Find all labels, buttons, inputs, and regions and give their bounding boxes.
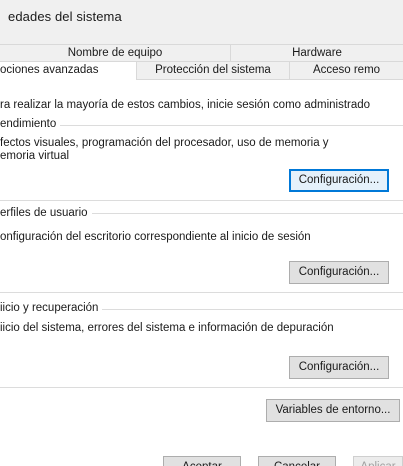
startup-group-label: iicio y recuperación: [0, 302, 103, 314]
cancel-button[interactable]: Cancelar: [258, 456, 336, 466]
performance-group-line: [0, 125, 403, 126]
performance-desc-line2: emoria virtual: [0, 150, 70, 162]
startup-settings-button[interactable]: Configuración...: [289, 356, 389, 379]
profiles-desc: onfiguración del escritorio correspondie…: [0, 231, 311, 243]
tab-remote-access[interactable]: Acceso remo: [290, 61, 403, 79]
tab-computer-name[interactable]: Nombre de equipo: [0, 44, 231, 61]
startup-group-bottom: [0, 387, 403, 388]
startup-desc: iicio del sistema, errores del sistema e…: [0, 322, 334, 334]
window-title: edades del sistema: [8, 9, 122, 24]
profiles-group-bottom: [0, 292, 403, 293]
tab-system-protection[interactable]: Protección del sistema: [137, 61, 290, 79]
advanced-panel: ra realizar la mayoría de estos cambios,…: [0, 79, 403, 466]
performance-group-label: endimiento: [0, 118, 61, 130]
profiles-settings-button[interactable]: Configuración...: [289, 261, 389, 284]
tab-row-front: ociones avanzadas Protección del sistema…: [0, 61, 403, 80]
apply-button[interactable]: Aplicar: [353, 456, 403, 466]
ok-button[interactable]: Aceptar: [163, 456, 241, 466]
tab-row-back: Nombre de equipo Hardware: [0, 44, 403, 61]
tab-advanced[interactable]: ociones avanzadas: [0, 61, 137, 80]
environment-variables-button[interactable]: Variables de entorno...: [266, 399, 400, 422]
performance-settings-button[interactable]: Configuración...: [289, 169, 389, 192]
profiles-group-label: erfiles de usuario: [0, 207, 92, 219]
performance-group-bottom: [0, 200, 403, 201]
admin-note: ra realizar la mayoría de estos cambios,…: [0, 99, 371, 111]
performance-desc-line1: fectos visuales, programación del proces…: [0, 137, 329, 149]
tab-hardware[interactable]: Hardware: [231, 44, 403, 61]
